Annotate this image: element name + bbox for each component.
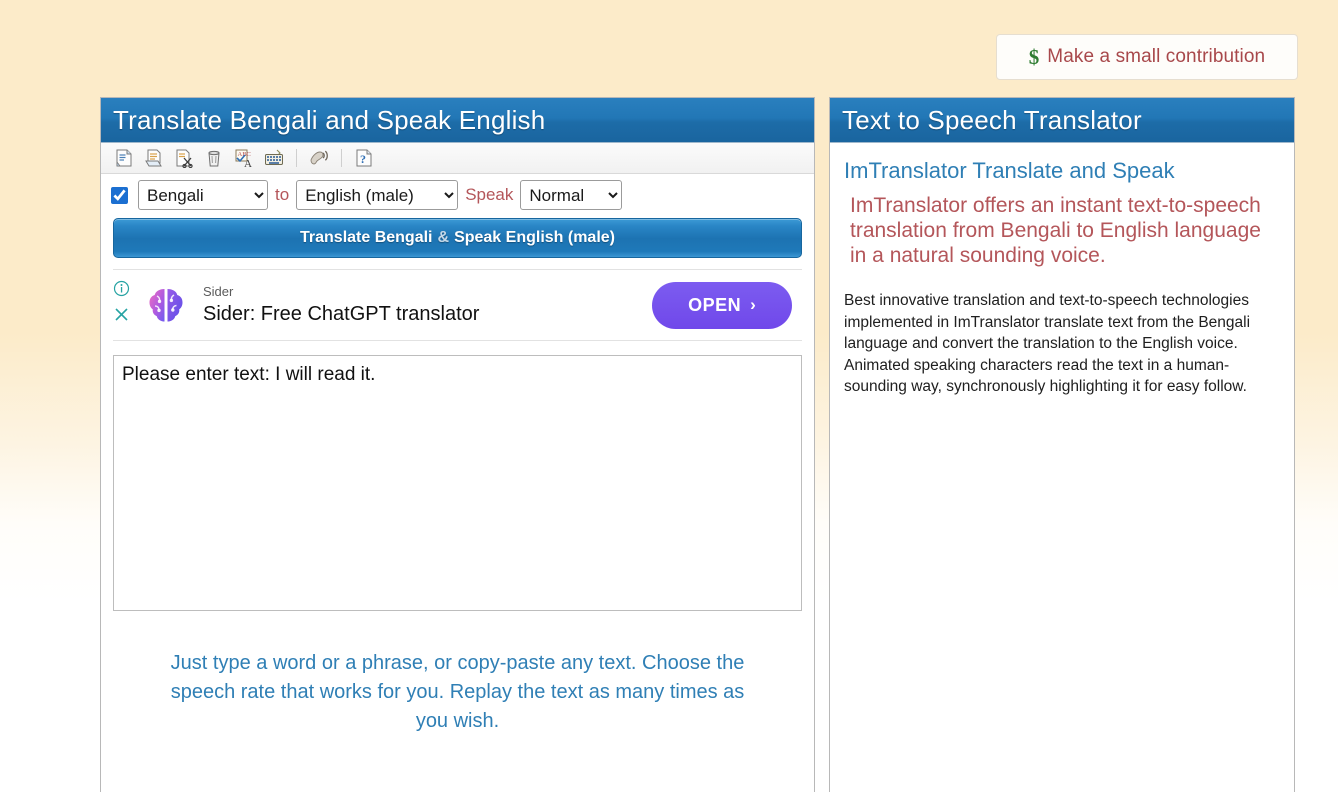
source-language-select[interactable]: Bengali (138, 180, 268, 210)
print-document-icon[interactable] (141, 146, 167, 171)
ad-open-button[interactable]: OPEN › (652, 282, 792, 329)
to-label: to (275, 185, 289, 205)
translate-button-suffix: Speak English (male) (454, 229, 615, 247)
translator-panel-header: Translate Bengali and Speak English (101, 98, 814, 143)
page-title: Translate Bengali and Speak English (113, 105, 545, 136)
dollar-icon: $ (1029, 45, 1040, 70)
svg-text:?: ? (360, 152, 366, 166)
info-panel: Text to Speech Translator ImTranslator T… (829, 97, 1295, 792)
sider-brain-icon (143, 282, 189, 328)
ad-controls (113, 280, 130, 327)
auto-detect-checkbox[interactable] (111, 187, 128, 204)
speak-voice-icon[interactable] (306, 146, 332, 171)
translate-button-prefix: Translate Bengali (300, 229, 433, 247)
source-text-input[interactable] (113, 355, 802, 611)
cut-text-icon[interactable] (171, 146, 197, 171)
translate-and-speak-button[interactable]: Translate Bengali & Speak English (male) (113, 218, 802, 258)
advertisement-banner: Sider Sider: Free ChatGPT translator OPE… (113, 269, 802, 341)
ad-brand-label: Sider (203, 283, 479, 300)
toolbar: ABC A (101, 143, 814, 174)
info-lead-paragraph: ImTranslator offers an instant text-to-s… (850, 193, 1278, 268)
panels-container: Translate Bengali and Speak English (100, 97, 1295, 792)
info-heading: ImTranslator Translate and Speak (844, 157, 1278, 185)
new-document-icon[interactable] (111, 146, 137, 171)
info-panel-body: ImTranslator Translate and Speak ImTrans… (830, 143, 1294, 398)
info-circle-icon[interactable] (113, 280, 130, 301)
close-x-icon[interactable] (113, 306, 130, 327)
spellcheck-icon[interactable]: ABC A (231, 146, 257, 171)
speech-rate-select[interactable]: Normal (520, 180, 622, 210)
svg-text:A: A (244, 158, 252, 168)
virtual-keyboard-icon[interactable] (261, 146, 287, 171)
target-language-select[interactable]: English (male) (296, 180, 458, 210)
translator-panel: Translate Bengali and Speak English (100, 97, 815, 792)
chevron-right-icon: › (750, 295, 756, 315)
info-panel-header: Text to Speech Translator (830, 98, 1294, 143)
ad-open-label: OPEN (688, 295, 741, 316)
trash-icon[interactable] (201, 146, 227, 171)
contribution-label: Make a small contribution (1047, 46, 1265, 68)
ad-text-block: Sider Sider: Free ChatGPT translator (203, 283, 479, 327)
info-panel-title: Text to Speech Translator (842, 105, 1142, 136)
usage-hint-text: Just type a word or a phrase, or copy-pa… (161, 649, 754, 736)
speak-label: Speak (465, 185, 513, 205)
info-body-paragraph: Best innovative translation and text-to-… (844, 290, 1278, 398)
help-icon[interactable]: ? (351, 146, 377, 171)
toolbar-divider-2 (341, 149, 342, 167)
make-contribution-button[interactable]: $ Make a small contribution (996, 34, 1298, 80)
translate-button-ampersand: & (438, 229, 450, 247)
language-controls-row: Bengali to English (male) Speak Normal (101, 174, 814, 216)
ad-headline: Sider: Free ChatGPT translator (203, 301, 479, 327)
toolbar-divider (296, 149, 297, 167)
